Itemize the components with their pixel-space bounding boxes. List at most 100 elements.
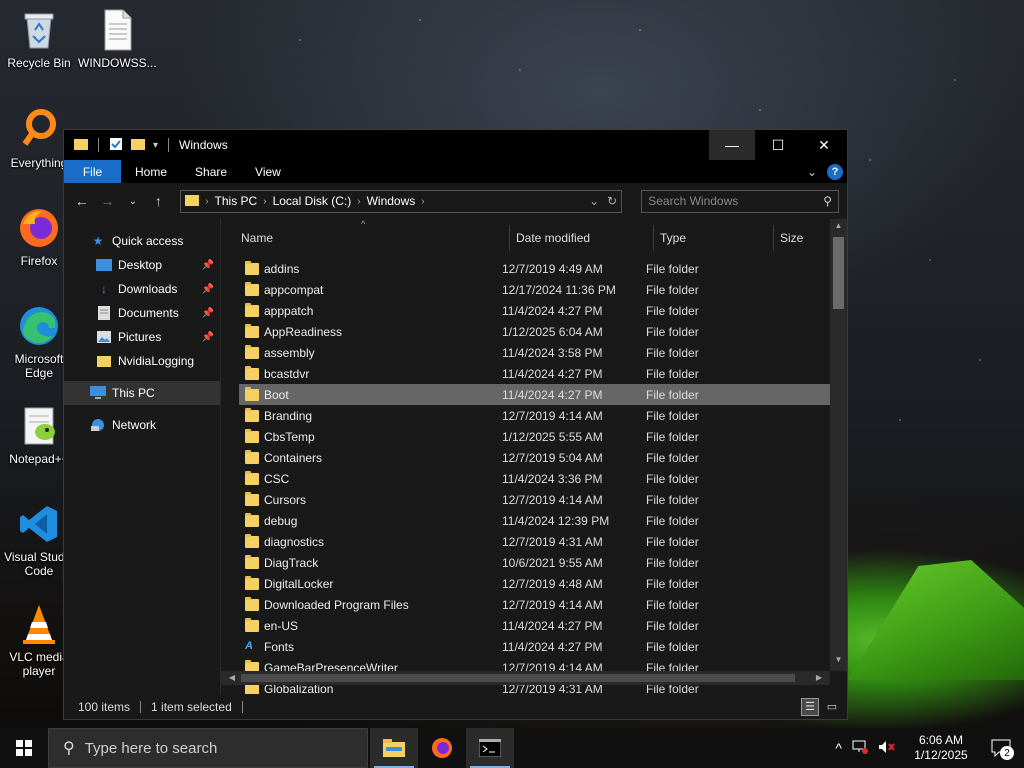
file-date: 12/7/2019 4:14 AM	[502, 408, 603, 423]
view-toggle: ☰ ▭	[801, 697, 847, 716]
file-row[interactable]: bcastdvr 11/4/2024 4:27 PM File folder	[239, 363, 831, 384]
taskbar-file-explorer[interactable]	[370, 728, 418, 768]
system-clock[interactable]: 6:06 AM 1/12/2025	[906, 733, 976, 763]
file-row[interactable]: en-US 11/4/2024 4:27 PM File folder	[239, 615, 831, 636]
file-name-cell: A Fonts	[239, 640, 496, 654]
file-row[interactable]: Downloaded Program Files 12/7/2019 4:14 A…	[239, 594, 831, 615]
nav-desktop[interactable]: Desktop 📌	[64, 253, 220, 277]
scroll-up-icon[interactable]: ▲	[830, 221, 847, 235]
details-view-icon[interactable]: ☰	[801, 697, 819, 716]
file-row[interactable]: A Fonts 11/4/2024 4:27 PM File folder	[239, 636, 831, 657]
show-hidden-icons-icon[interactable]: ^	[835, 740, 842, 756]
notification-count-badge: 2	[1000, 746, 1014, 760]
close-button[interactable]: ✕	[801, 130, 847, 160]
up-button[interactable]: ↑	[149, 191, 169, 211]
address-bar[interactable]: › This PC › Local Disk (C:) › Windows › …	[180, 189, 623, 213]
breadcrumb-chevron[interactable]: ›	[263, 196, 266, 207]
title-bar[interactable]: ▾ Windows — ☐ ✕	[64, 130, 847, 160]
tab-file[interactable]: File	[64, 160, 121, 183]
file-row[interactable]: diagnostics 12/7/2019 4:31 AM File folder	[239, 531, 831, 552]
column-date-modified[interactable]: Date modified	[510, 225, 654, 251]
tab-share[interactable]: Share	[181, 160, 241, 183]
nav-nvidialogging[interactable]: NvidiaLogging	[64, 349, 220, 373]
nav-documents[interactable]: Documents 📌	[64, 301, 220, 325]
search-icon: ⚲	[823, 194, 832, 208]
breadcrumb-chevron[interactable]: ›	[357, 196, 360, 207]
file-row[interactable]: DiagTrack 10/6/2021 9:55 AM File folder	[239, 552, 831, 573]
desktop-icon-windows-file[interactable]: WINDOWSS...	[78, 8, 156, 70]
address-dropdown-icon[interactable]: ⌄	[589, 194, 599, 208]
file-name-cell: AppReadiness	[239, 323, 496, 339]
horizontal-scrollbar[interactable]: ◀ ▶	[221, 671, 830, 685]
folder-icon[interactable]	[74, 137, 88, 154]
scroll-down-icon[interactable]: ▼	[830, 655, 847, 669]
file-row[interactable]: appcompat 12/17/2024 11:36 PM File folder	[239, 279, 831, 300]
search-box[interactable]: Search Windows ⚲	[641, 189, 839, 213]
folder-icon	[96, 354, 112, 368]
file-name-cell: DigitalLocker	[239, 575, 496, 591]
desktop-icon-recycle-bin[interactable]: Recycle Bin	[0, 8, 78, 70]
nav-quick-access[interactable]: ★ Quick access	[64, 229, 220, 253]
file-row[interactable]: Branding 12/7/2019 4:14 AM File folder	[239, 405, 831, 426]
file-row[interactable]: CbsTemp 1/12/2025 5:55 AM File folder	[239, 426, 831, 447]
scrollbar-thumb[interactable]	[241, 674, 795, 682]
file-name: apppatch	[264, 303, 314, 318]
column-name[interactable]: Name	[235, 225, 510, 251]
taskbar-search-box[interactable]: ⚲ Type here to search	[48, 728, 368, 768]
network-status-icon[interactable]	[852, 740, 868, 757]
maximize-button[interactable]: ☐	[755, 130, 801, 160]
file-row[interactable]: debug 11/4/2024 12:39 PM File folder	[239, 510, 831, 531]
pin-icon[interactable]: 📌	[202, 332, 214, 343]
taskbar-terminal[interactable]	[466, 728, 514, 768]
scroll-right-icon[interactable]: ▶	[812, 671, 826, 685]
tab-view[interactable]: View	[241, 160, 295, 183]
large-icons-view-icon[interactable]: ▭	[823, 698, 841, 716]
nav-pictures[interactable]: Pictures 📌	[64, 325, 220, 349]
expand-ribbon-icon[interactable]: ⌄	[807, 165, 817, 179]
customize-toolbar-icon[interactable]: ▾	[153, 140, 158, 151]
scroll-left-icon[interactable]: ◀	[225, 671, 239, 685]
file-row[interactable]: assembly 11/4/2024 3:58 PM File folder	[239, 342, 831, 363]
file-row[interactable]: Boot 11/4/2024 4:27 PM File folder	[239, 384, 831, 405]
new-folder-icon[interactable]	[131, 137, 145, 154]
file-row[interactable]: Cursors 12/7/2019 4:14 AM File folder	[239, 489, 831, 510]
column-type[interactable]: Type	[654, 225, 774, 251]
tab-home[interactable]: Home	[121, 160, 181, 183]
breadcrumb-chevron[interactable]: ›	[421, 196, 424, 207]
help-icon[interactable]: ?	[827, 163, 843, 180]
nav-network[interactable]: Network	[64, 413, 220, 437]
file-date: 12/7/2019 4:14 AM	[502, 492, 603, 507]
scrollbar-thumb[interactable]	[833, 237, 844, 309]
vertical-scrollbar[interactable]: ▲ ▼	[830, 219, 847, 671]
start-button[interactable]	[0, 728, 48, 768]
file-row[interactable]: Containers 12/7/2019 5:04 AM File folder	[239, 447, 831, 468]
file-row[interactable]: AppReadiness 1/12/2025 6:04 AM File folder	[239, 321, 831, 342]
refresh-icon[interactable]: ↻	[607, 194, 617, 208]
file-row[interactable]: apppatch 11/4/2024 4:27 PM File folder	[239, 300, 831, 321]
pin-icon[interactable]: 📌	[202, 308, 214, 319]
file-row[interactable]: CSC 11/4/2024 3:36 PM File folder	[239, 468, 831, 489]
minimize-button[interactable]: —	[709, 130, 755, 160]
file-name: Downloaded Program Files	[264, 597, 409, 612]
recent-locations-button[interactable]: ⌄	[123, 191, 143, 211]
file-row[interactable]: addins 12/7/2019 4:49 AM File folder	[239, 258, 831, 279]
back-button[interactable]: ←	[72, 191, 92, 211]
breadcrumb-windows[interactable]: Windows	[367, 194, 416, 208]
breadcrumb-this-pc[interactable]: This PC	[215, 194, 258, 208]
pin-icon[interactable]: 📌	[202, 284, 214, 295]
nav-downloads[interactable]: ↓ Downloads 📌	[64, 277, 220, 301]
breadcrumb-local-disk[interactable]: Local Disk (C:)	[273, 194, 352, 208]
folder-icon	[245, 428, 259, 443]
pin-icon[interactable]: 📌	[202, 260, 214, 271]
breadcrumb-chevron[interactable]: ›	[205, 196, 208, 207]
file-name-cell: bcastdvr	[239, 365, 496, 381]
action-center-button[interactable]: 2	[986, 728, 1016, 768]
forward-button[interactable]: →	[98, 191, 118, 211]
nav-this-pc[interactable]: This PC	[64, 381, 220, 405]
volume-muted-icon[interactable]	[878, 740, 896, 757]
column-size[interactable]: Size	[774, 231, 834, 247]
file-row[interactable]: DigitalLocker 12/7/2019 4:48 AM File folde…	[239, 573, 831, 594]
file-name: bcastdvr	[264, 366, 310, 381]
properties-icon[interactable]	[109, 137, 123, 154]
taskbar-firefox[interactable]	[418, 728, 466, 768]
